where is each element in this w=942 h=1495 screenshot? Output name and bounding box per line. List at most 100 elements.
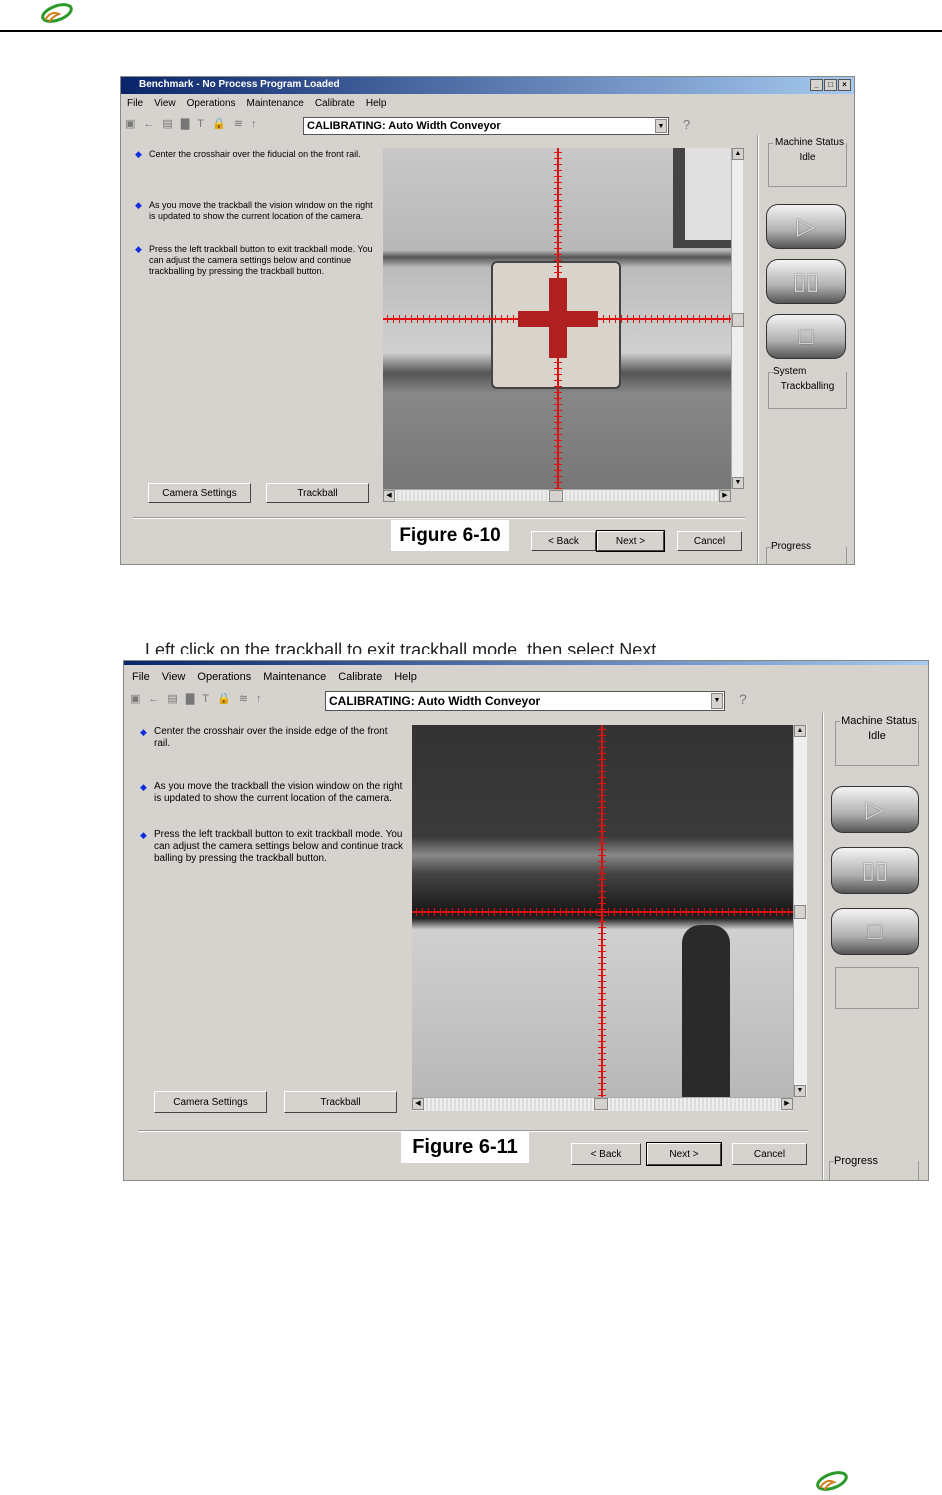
panel-divider bbox=[822, 713, 824, 1180]
menu-help[interactable]: Help bbox=[394, 671, 417, 683]
crosshair-tick bbox=[717, 315, 718, 323]
crosshair-tick bbox=[598, 1059, 606, 1060]
next-button[interactable]: Next > bbox=[646, 1142, 722, 1166]
toolbar-icon[interactable]: ▇ bbox=[186, 692, 194, 705]
maximize-button[interactable]: □ bbox=[824, 79, 837, 91]
toolbar-icon[interactable]: ▤ bbox=[162, 117, 172, 130]
scroll-left-button[interactable]: ◀ bbox=[412, 1098, 424, 1110]
back-arrow-icon[interactable]: ← bbox=[143, 118, 154, 130]
scroll-thumb[interactable] bbox=[549, 490, 563, 502]
lock-icon[interactable]: 🔒 bbox=[217, 692, 231, 705]
crosshair-tick bbox=[554, 386, 562, 387]
play-button[interactable]: ▷ bbox=[766, 204, 846, 249]
horizontal-scrollbar[interactable]: ◀ ▶ bbox=[412, 1097, 793, 1111]
crosshair-tick bbox=[405, 315, 406, 323]
vertical-scrollbar[interactable]: ▲ ▼ bbox=[793, 725, 807, 1097]
toolbar-icon[interactable]: ↑ bbox=[256, 693, 262, 705]
crosshair-tick bbox=[598, 783, 606, 784]
scroll-up-button[interactable]: ▲ bbox=[794, 725, 806, 737]
menu-view[interactable]: View bbox=[154, 98, 176, 109]
crosshair-tick bbox=[548, 908, 549, 916]
progress-group: Progress bbox=[766, 541, 847, 564]
vertical-scrollbar[interactable]: ▲ ▼ bbox=[731, 148, 744, 489]
scroll-up-button[interactable]: ▲ bbox=[732, 148, 744, 160]
next-button[interactable]: Next > bbox=[596, 530, 665, 552]
chevron-down-icon[interactable]: ▼ bbox=[655, 119, 667, 133]
progress-label: Progress bbox=[834, 1155, 918, 1167]
crosshair-tick bbox=[704, 908, 705, 916]
process-combo[interactable]: CALIBRATING: Auto Width Conveyor ▼ bbox=[303, 117, 669, 135]
menu-file[interactable]: File bbox=[127, 98, 143, 109]
crosshair-horizontal bbox=[412, 908, 793, 916]
menu-calibrate[interactable]: Calibrate bbox=[338, 671, 382, 683]
crosshair-tick bbox=[598, 999, 606, 1000]
minimize-button[interactable]: _ bbox=[810, 79, 823, 91]
trackball-button[interactable]: Trackball bbox=[266, 483, 369, 503]
menu-maintenance[interactable]: Maintenance bbox=[247, 98, 304, 109]
menu-help[interactable]: Help bbox=[366, 98, 387, 109]
back-arrow-icon[interactable]: ← bbox=[148, 693, 159, 705]
crosshair-tick bbox=[416, 908, 417, 916]
menu-bar: File View Operations Maintenance Calibrate He… bbox=[127, 98, 386, 109]
scroll-down-button[interactable]: ▼ bbox=[794, 1085, 806, 1097]
machine-status-value: Idle bbox=[799, 152, 816, 163]
crosshair-tick bbox=[657, 315, 658, 323]
scroll-thumb[interactable] bbox=[794, 905, 806, 919]
stop-button[interactable]: □ bbox=[831, 908, 919, 955]
text-icon[interactable]: T bbox=[197, 118, 204, 130]
crosshair-tick bbox=[554, 230, 562, 231]
play-button[interactable]: ▷ bbox=[831, 786, 919, 833]
instruction-1: Center the crosshair over the inside edg… bbox=[140, 726, 404, 750]
title-bar: Benchmark - No Process Program Loaded _ □… bbox=[121, 77, 854, 94]
scroll-right-button[interactable]: ▶ bbox=[781, 1098, 793, 1110]
scroll-right-button[interactable]: ▶ bbox=[719, 490, 731, 502]
crosshair-tick bbox=[699, 315, 700, 323]
menu-calibrate[interactable]: Calibrate bbox=[315, 98, 355, 109]
text-icon[interactable]: T bbox=[202, 693, 209, 705]
system-group bbox=[835, 967, 919, 1009]
chevron-down-icon[interactable]: ▼ bbox=[711, 693, 723, 709]
pause-button[interactable]: ▯▯ bbox=[831, 847, 919, 894]
scroll-thumb[interactable] bbox=[594, 1098, 608, 1110]
pause-button[interactable]: ▯▯ bbox=[766, 259, 846, 304]
process-combo[interactable]: CALIBRATING: Auto Width Conveyor ▼ bbox=[325, 691, 725, 711]
menu-operations[interactable]: Operations bbox=[197, 671, 251, 683]
progress-group: Progress bbox=[829, 1155, 919, 1180]
scroll-thumb[interactable] bbox=[732, 313, 744, 327]
help-icon[interactable]: ? bbox=[683, 117, 690, 132]
crosshair-tick bbox=[728, 908, 729, 916]
scroll-down-button[interactable]: ▼ bbox=[732, 477, 744, 489]
camera-settings-button[interactable]: Camera Settings bbox=[148, 483, 251, 503]
cancel-button[interactable]: Cancel bbox=[732, 1143, 807, 1165]
close-button[interactable]: × bbox=[838, 79, 851, 91]
camera-settings-button[interactable]: Camera Settings bbox=[154, 1091, 267, 1113]
lock-icon[interactable]: 🔒 bbox=[212, 117, 226, 130]
menu-operations[interactable]: Operations bbox=[187, 98, 236, 109]
system-label: System bbox=[773, 366, 846, 377]
menu-file[interactable]: File bbox=[132, 671, 150, 683]
cancel-button[interactable]: Cancel bbox=[677, 531, 742, 551]
toolbar-icon[interactable]: ▣ bbox=[125, 117, 135, 130]
menu-view[interactable]: View bbox=[162, 671, 186, 683]
rail-edge bbox=[673, 148, 731, 248]
menu-maintenance[interactable]: Maintenance bbox=[263, 671, 326, 683]
scroll-left-button[interactable]: ◀ bbox=[383, 490, 395, 502]
crosshair-tick bbox=[674, 908, 675, 916]
stop-button[interactable]: □ bbox=[766, 314, 846, 359]
crosshair-tick bbox=[598, 891, 606, 892]
back-button[interactable]: < Back bbox=[571, 1143, 641, 1165]
toolbar-icon[interactable]: ▤ bbox=[167, 692, 177, 705]
toolbar-icon[interactable]: ↑ bbox=[251, 118, 257, 130]
crosshair-tick bbox=[429, 315, 430, 323]
crosshair-tick bbox=[554, 176, 562, 177]
trackball-button[interactable]: Trackball bbox=[284, 1091, 397, 1113]
crosshair-tick bbox=[598, 849, 606, 850]
back-button[interactable]: < Back bbox=[531, 531, 596, 551]
toolbar-icon[interactable]: ▇ bbox=[181, 117, 189, 130]
toolbar-icon[interactable]: ≋ bbox=[234, 117, 243, 130]
toolbar-icon[interactable]: ≋ bbox=[239, 692, 248, 705]
help-icon[interactable]: ? bbox=[739, 691, 747, 707]
horizontal-scrollbar[interactable]: ◀ ▶ bbox=[383, 489, 731, 502]
toolbar-icon[interactable]: ▣ bbox=[130, 692, 140, 705]
crosshair-tick bbox=[598, 873, 606, 874]
